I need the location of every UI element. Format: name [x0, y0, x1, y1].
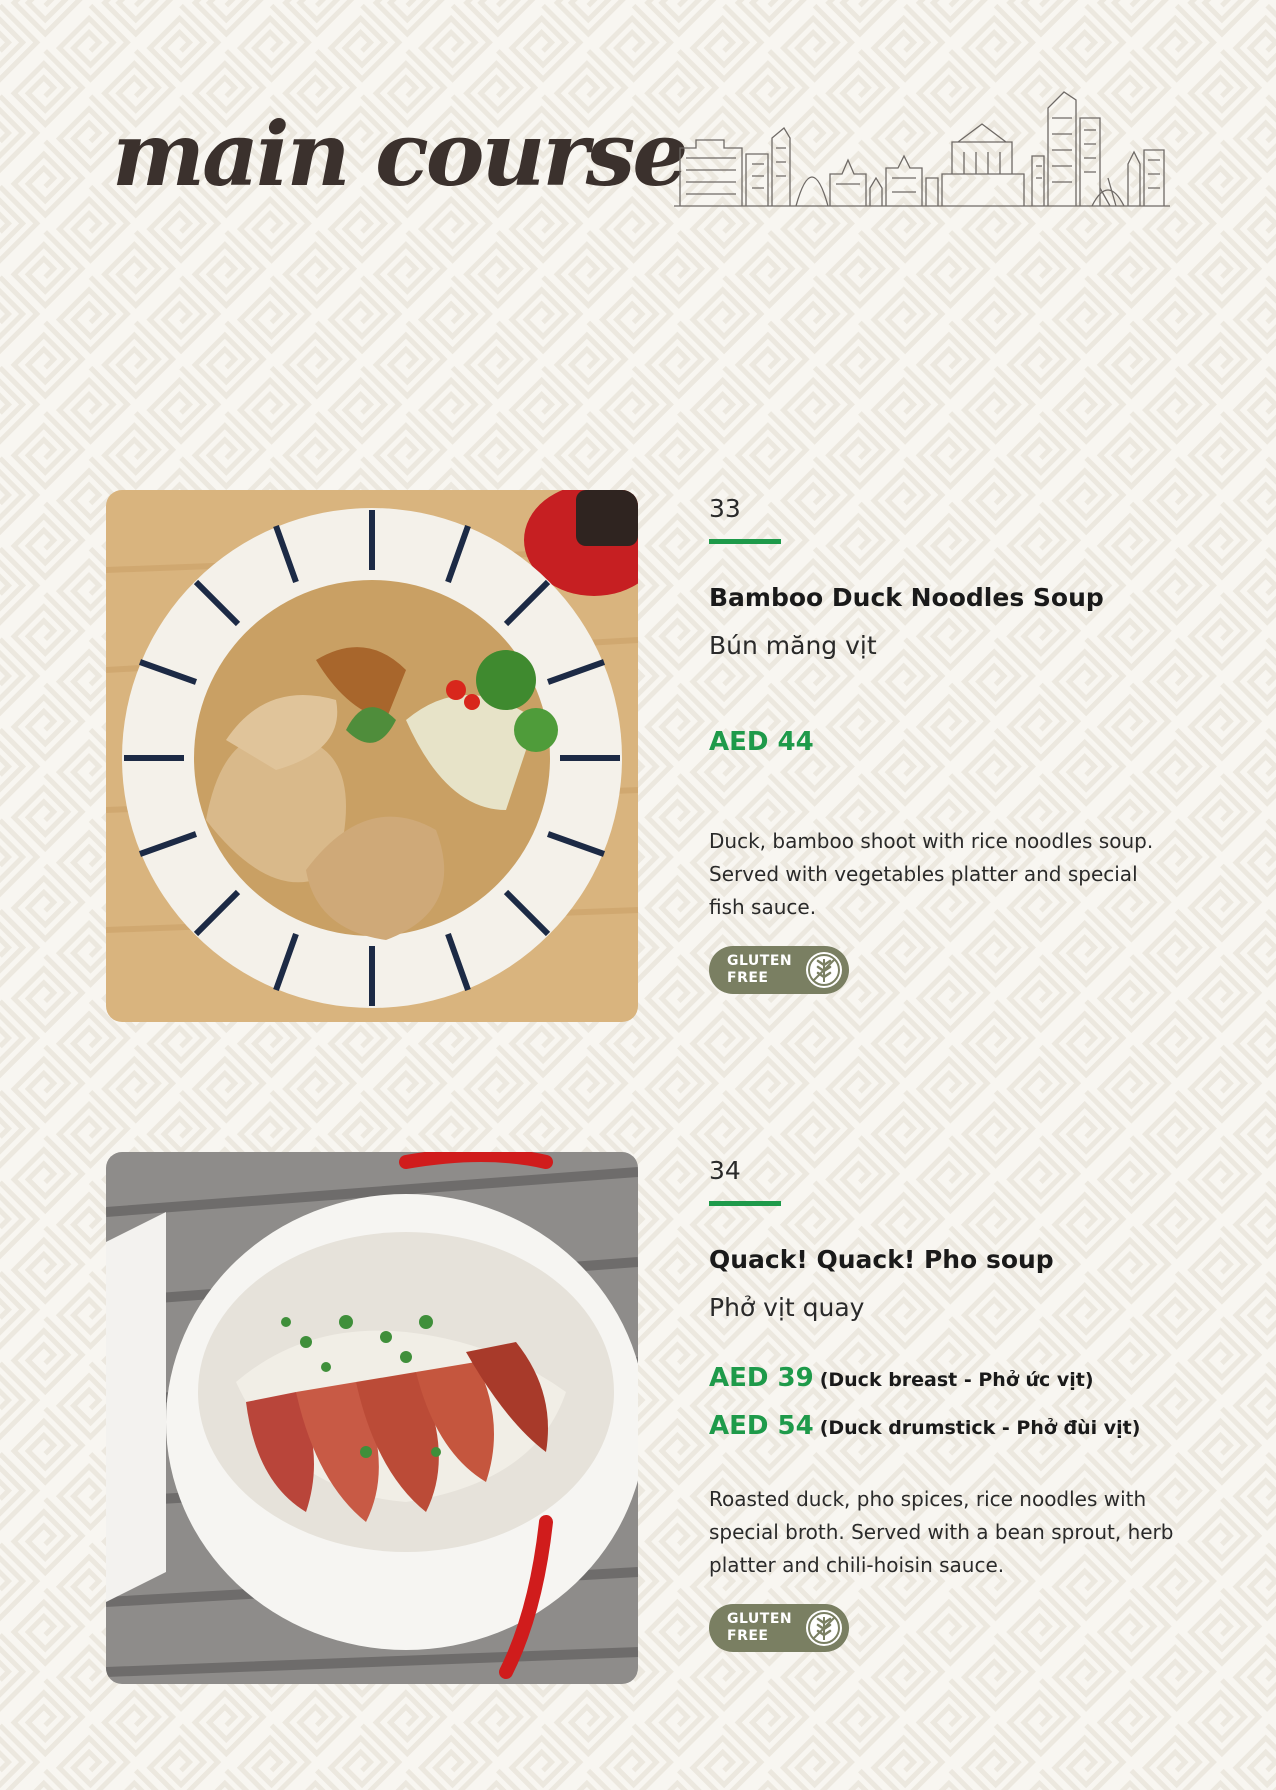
dish-description: Roasted duck, pho spices, rice noodles w…: [709, 1487, 1174, 1577]
price-amount: AED 44: [709, 727, 814, 757]
badge-label: GLUTEN FREE: [727, 1611, 792, 1645]
city-skyline-illustration: [674, 91, 1170, 207]
price-line: AED 54 (Duck drumstick - Phở đùi vịt): [709, 1413, 1179, 1439]
dish-name: Bamboo Duck Noodles Soup: [709, 583, 1104, 612]
wheat-crossed-icon: [806, 952, 842, 988]
price-amount: AED 54: [709, 1411, 814, 1441]
price-note: (Duck breast - Phở ức vịt): [819, 1369, 1094, 1391]
dish-name: Quack! Quack! Pho soup: [709, 1245, 1054, 1274]
dish-card-33: 33 Bamboo Duck Noodles Soup Bún măng vịt…: [709, 496, 1179, 994]
dish-number: 33: [709, 494, 741, 523]
dish-description: Duck, bamboo shoot with rice noodles sou…: [709, 829, 1154, 919]
badge-line-1: GLUTEN: [727, 953, 793, 969]
page-title: main course: [112, 102, 688, 206]
badge-line-2: FREE: [727, 970, 769, 986]
wheat-crossed-icon: [806, 1610, 842, 1646]
badge-line-1: GLUTEN: [727, 1611, 793, 1627]
badge-label: GLUTEN FREE: [727, 953, 792, 987]
price-line: AED 39 (Duck breast - Phở ức vịt): [709, 1365, 1179, 1391]
dish-number: 34: [709, 1156, 741, 1185]
dish-card-34: 34 Quack! Quack! Pho soup Phở vịt quay A…: [709, 1158, 1179, 1652]
number-divider: [709, 1201, 781, 1206]
price-amount: AED 39: [709, 1363, 814, 1393]
number-divider: [709, 539, 781, 544]
price-line: AED 44: [709, 729, 1179, 755]
price-note: (Duck drumstick - Phở đùi vịt): [819, 1417, 1141, 1439]
dish-photo-bamboo-duck-noodles: [106, 490, 638, 1022]
dish-viet-name: Phở vịt quay: [709, 1292, 865, 1322]
gluten-free-badge: GLUTEN FREE: [709, 946, 849, 994]
dish-viet-name: Bún măng vịt: [709, 630, 877, 660]
badge-line-2: FREE: [727, 1628, 769, 1644]
dish-photo-roast-duck-pho: [106, 1152, 638, 1684]
gluten-free-badge: GLUTEN FREE: [709, 1604, 849, 1652]
